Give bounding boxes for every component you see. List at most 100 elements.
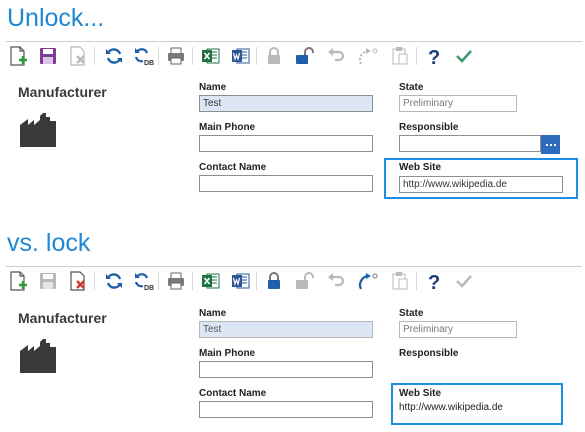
toolbar-separator <box>192 47 193 65</box>
refresh-db-icon: DB <box>133 46 155 66</box>
help-icon: ? <box>424 271 444 291</box>
unlock-icon <box>294 46 314 66</box>
redo-icon <box>357 271 379 291</box>
paste-icon <box>390 46 410 66</box>
responsible-label: Responsible <box>399 348 459 359</box>
toolbar-separator <box>416 272 417 290</box>
toolbar-separator <box>94 47 95 65</box>
new-record-button[interactable] <box>6 44 30 68</box>
help-button[interactable]: ? <box>422 269 446 293</box>
paste-icon <box>390 271 410 291</box>
new-record-icon <box>8 46 28 66</box>
undo-button <box>324 269 348 293</box>
word-export-button[interactable] <box>229 44 253 68</box>
name-field[interactable]: Test <box>199 95 373 112</box>
svg-text:DB: DB <box>144 60 154 66</box>
redo-button[interactable] <box>356 269 380 293</box>
redo-icon <box>357 46 379 66</box>
help-button[interactable]: ? <box>422 44 446 68</box>
svg-text:DB: DB <box>144 285 154 291</box>
lock-icon <box>264 46 284 66</box>
save-icon <box>38 46 58 66</box>
print-icon <box>166 271 186 291</box>
refresh-icon <box>104 46 124 66</box>
toolbar-locked: DB? <box>6 266 582 295</box>
check-icon <box>454 46 474 66</box>
word-export-icon <box>231 271 251 291</box>
refresh-db-button[interactable]: DB <box>132 269 156 293</box>
refresh-icon <box>104 271 124 291</box>
toolbar-separator <box>256 272 257 290</box>
name-field: Test <box>199 321 373 338</box>
undo-button <box>324 44 348 68</box>
toolbar-separator <box>256 47 257 65</box>
delete-icon <box>68 271 88 291</box>
responsible-field[interactable] <box>399 135 541 152</box>
print-button[interactable] <box>164 44 188 68</box>
main-phone-field <box>199 361 373 378</box>
contact-name-field[interactable] <box>199 175 373 192</box>
refresh-button[interactable] <box>102 269 126 293</box>
unlock-icon <box>294 271 314 291</box>
check-icon <box>454 271 474 291</box>
unlock-button <box>292 269 316 293</box>
word-export-button[interactable] <box>229 269 253 293</box>
lock-heading: vs. lock <box>7 229 91 257</box>
website-value: http://www.wikipedia.de <box>399 402 503 413</box>
delete-button[interactable] <box>66 269 90 293</box>
new-record-button[interactable] <box>6 269 30 293</box>
responsible-label: Responsible <box>399 122 459 133</box>
excel-export-icon <box>201 46 221 66</box>
entity-title: Manufacturer <box>18 84 107 100</box>
lock-icon <box>264 271 284 291</box>
new-record-icon <box>8 271 28 291</box>
responsible-lookup-button[interactable] <box>541 135 560 154</box>
print-icon <box>166 46 186 66</box>
website-label: Web Site <box>399 388 442 399</box>
ellipsis-icon <box>545 143 548 146</box>
excel-export-button[interactable] <box>199 44 223 68</box>
main-phone-field[interactable] <box>199 135 373 152</box>
toolbar-separator <box>158 272 159 290</box>
factory-icon <box>20 113 56 147</box>
check-button[interactable] <box>452 44 476 68</box>
unlock-heading: Unlock... <box>7 4 105 32</box>
save-button[interactable] <box>36 44 60 68</box>
contact-name-label: Contact Name <box>199 388 267 399</box>
toolbar-separator <box>192 272 193 290</box>
name-label: Name <box>199 308 227 319</box>
excel-export-button[interactable] <box>199 269 223 293</box>
toolbar-separator <box>416 47 417 65</box>
svg-text:?: ? <box>428 272 440 291</box>
factory-icon <box>20 339 56 373</box>
toolbar-separator <box>94 272 95 290</box>
paste-button <box>388 44 412 68</box>
unlock-button[interactable] <box>292 44 316 68</box>
state-label: State <box>399 308 424 319</box>
svg-text:?: ? <box>428 47 440 66</box>
print-button[interactable] <box>164 269 188 293</box>
delete-icon <box>68 46 88 66</box>
website-field[interactable]: http://www.wikipedia.de <box>399 176 563 193</box>
main-phone-label: Main Phone <box>199 122 256 133</box>
word-export-icon <box>231 46 251 66</box>
name-label: Name <box>199 82 227 93</box>
refresh-button[interactable] <box>102 44 126 68</box>
save-button <box>36 269 60 293</box>
save-icon <box>38 271 58 291</box>
ellipsis-dot <box>549 143 552 146</box>
state-label: State <box>399 82 424 93</box>
undo-icon <box>326 46 346 66</box>
check-button <box>452 269 476 293</box>
excel-export-icon <box>201 271 221 291</box>
help-icon: ? <box>424 46 444 66</box>
state-field: Preliminary <box>399 95 517 112</box>
lock-button[interactable] <box>262 269 286 293</box>
paste-button <box>388 269 412 293</box>
refresh-db-icon: DB <box>133 271 155 291</box>
delete-button <box>66 44 90 68</box>
lock-button <box>262 44 286 68</box>
refresh-db-button[interactable]: DB <box>132 44 156 68</box>
state-field: Preliminary <box>399 321 517 338</box>
toolbar-unlocked: DB? <box>6 41 582 70</box>
